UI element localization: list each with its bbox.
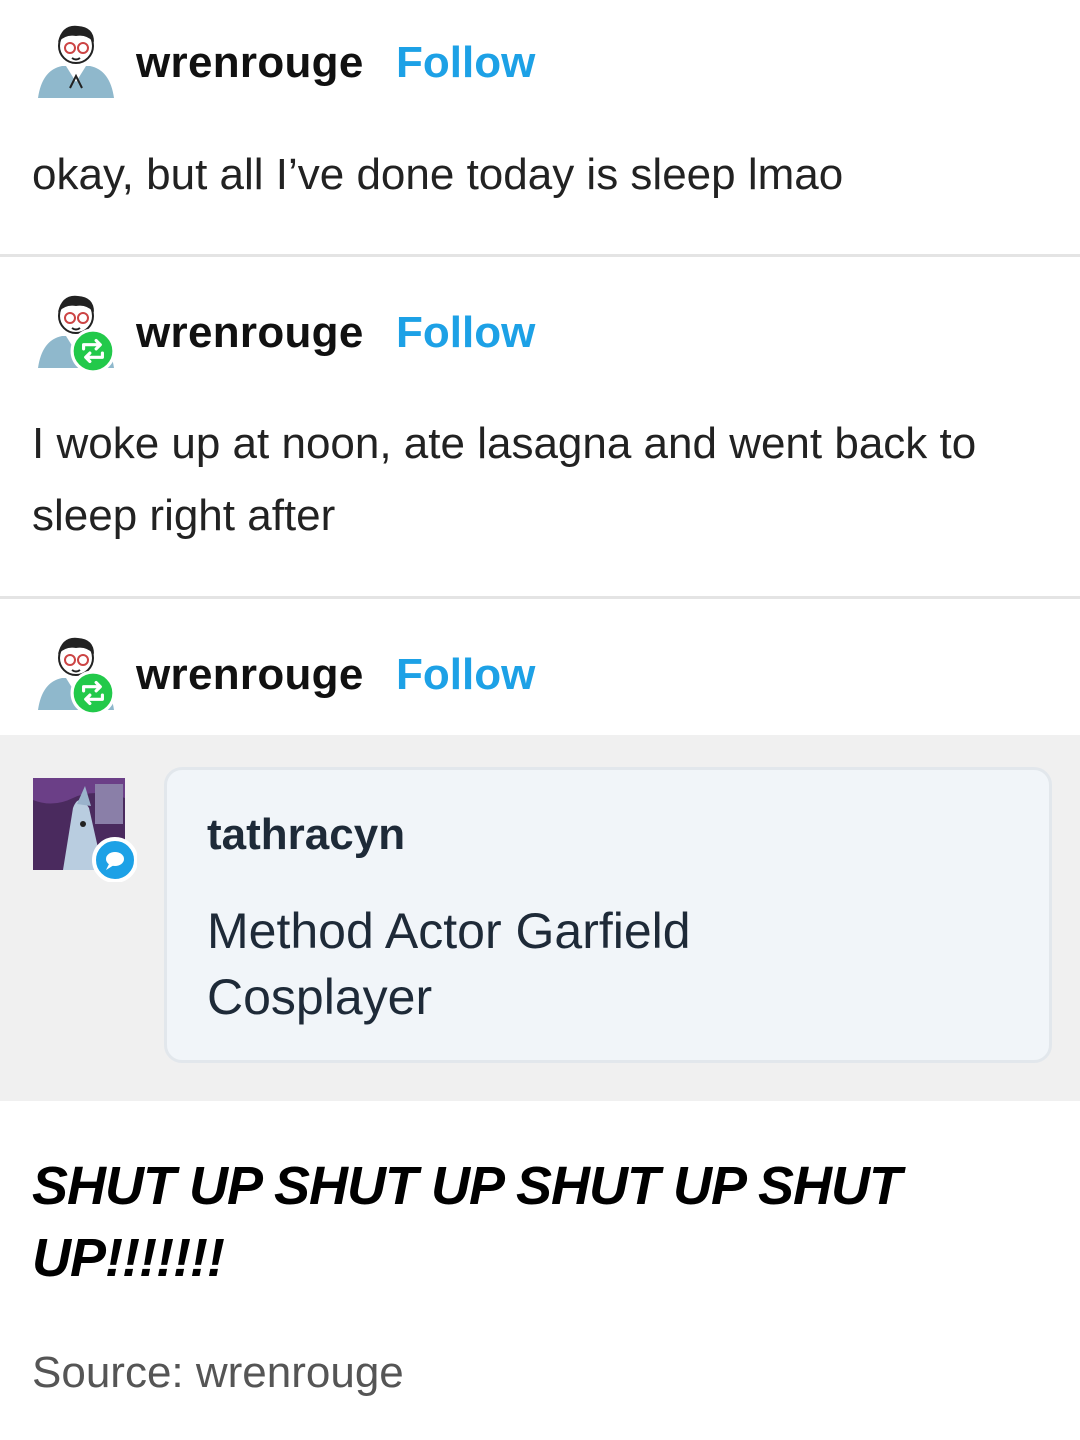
post-username[interactable]: wrenrouge bbox=[136, 650, 364, 700]
user-avatar[interactable] bbox=[36, 18, 116, 98]
post-divider bbox=[0, 596, 1080, 599]
post-body: okay, but all I’ve done today is sleep l… bbox=[32, 150, 844, 199]
reblog-icon bbox=[70, 328, 116, 374]
reblog-icon bbox=[70, 670, 116, 716]
quote-user-avatar[interactable] bbox=[33, 778, 137, 882]
reply-body: SHUT UP SHUT UP SHUT UP SHUT UP!!!!!!! bbox=[32, 1156, 902, 1288]
follow-button[interactable]: Follow bbox=[396, 650, 535, 700]
post-body: I woke up at noon, ate lasagna and went … bbox=[32, 419, 977, 540]
post-header-2: wrenrouge Follow bbox=[0, 278, 1080, 374]
follow-button[interactable]: Follow bbox=[396, 308, 535, 358]
source-link[interactable]: Source: wrenrouge bbox=[32, 1348, 404, 1398]
post-username[interactable]: wrenrouge bbox=[136, 38, 364, 88]
quote-card[interactable]: tathracyn Method Actor Garfield Cosplaye… bbox=[164, 767, 1052, 1063]
quote-username[interactable]: tathracyn bbox=[207, 810, 405, 860]
post-username[interactable]: wrenrouge bbox=[136, 308, 364, 358]
post-header-1: wrenrouge Follow bbox=[0, 8, 1080, 98]
post-divider bbox=[0, 254, 1080, 257]
quote-body: Method Actor Garfield Cosplayer bbox=[207, 903, 691, 1025]
follow-button[interactable]: Follow bbox=[396, 38, 535, 88]
post-header-3: wrenrouge Follow bbox=[0, 620, 1080, 716]
